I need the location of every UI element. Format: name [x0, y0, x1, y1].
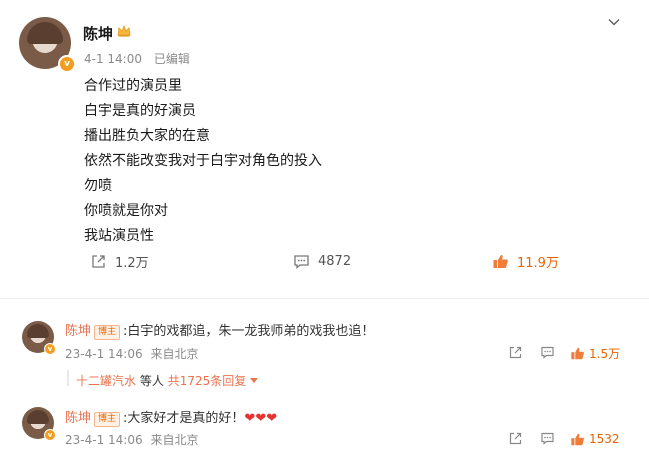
comment-icon [294, 254, 309, 269]
comment-body: 陈坤 博主:大家好才是真的好！❤❤❤ [65, 407, 277, 427]
comment-like-count: 1.5万 [589, 346, 621, 361]
comment-like-button[interactable]: 1532 [570, 431, 620, 447]
caret-down-icon [250, 378, 259, 383]
comment-source: 来自北京 [150, 433, 199, 447]
comment-icon[interactable] [540, 345, 555, 360]
comment-author[interactable]: 陈坤 [65, 411, 91, 426]
like-count: 11.9万 [517, 255, 559, 271]
share-icon [92, 254, 105, 268]
reply-author[interactable]: 十二罐汽水 [76, 374, 136, 388]
comment-timestamp: 23-4-1 14:06 [65, 347, 143, 361]
post-line: 白宇是真的好演员 [84, 103, 196, 119]
replies-summary[interactable]: 十二罐汽水 等人 共1725条回复 [76, 372, 259, 389]
divider [0, 298, 649, 299]
post-edited-label[interactable]: 已编辑 [154, 52, 190, 66]
comment-body: 陈坤 博主:白宇的戏都追，朱一龙我师弟的戏我也追！ [65, 320, 374, 340]
comment-count: 4872 [318, 253, 352, 269]
comment-button[interactable]: 4872 [293, 252, 351, 270]
verified-badge-icon: v [44, 343, 56, 355]
post-line: 播出胜负大家的在意 [84, 128, 210, 144]
comment-meta: 23-4-1 14:06 来自北京 [65, 431, 198, 448]
share-button[interactable]: 1.2万 [90, 252, 149, 271]
comment-like-button[interactable]: 1.5万 [570, 345, 620, 361]
comment-text: :白宇的戏都追，朱一龙我师弟的戏我也追！ [123, 324, 375, 339]
reply-others: 等人 [139, 374, 164, 388]
post-timestamp[interactable]: 4-1 14:00 [84, 52, 142, 66]
thumbs-up-icon [571, 433, 584, 445]
blogger-badge: 博主 [94, 412, 121, 427]
reply-total[interactable]: 共1725条回复 [168, 374, 247, 388]
verified-badge-icon: v [58, 55, 76, 73]
share-icon[interactable] [508, 431, 523, 446]
comment-author[interactable]: 陈坤 [65, 324, 91, 339]
comment-like-count: 1532 [589, 432, 620, 446]
thumbs-up-icon [493, 254, 508, 268]
post-author-name[interactable]: 陈坤 [83, 23, 113, 44]
post-line: 合作过的演员里 [84, 78, 182, 94]
share-icon[interactable] [508, 345, 523, 360]
reply-indicator-bar [67, 370, 69, 386]
crown-icon [117, 24, 131, 37]
blogger-badge: 博主 [94, 325, 121, 340]
post-line: 你喷就是你对 [84, 203, 168, 219]
heart-emoji: ❤❤❤ [244, 411, 278, 426]
comment-text: :大家好才是真的好！ [123, 411, 245, 426]
post-line: 依然不能改变我对于白宇对角色的投入 [84, 153, 322, 169]
thumbs-up-icon [571, 347, 584, 359]
comment-timestamp: 23-4-1 14:06 [65, 433, 143, 447]
comment-source: 来自北京 [150, 347, 199, 361]
share-count: 1.2万 [115, 255, 149, 271]
post-content: 合作过的演员里 白宇是真的好演员 播出胜负大家的在意 依然不能改变我对于白宇对角… [84, 74, 322, 249]
post-meta: 4-1 14:00 已编辑 [84, 50, 190, 67]
post-line: 我站演员性 [84, 228, 154, 244]
verified-badge-icon: v [44, 429, 56, 441]
comment-meta: 23-4-1 14:06 来自北京 [65, 345, 198, 362]
chevron-down-icon[interactable] [607, 15, 621, 29]
like-button[interactable]: 11.9万 [492, 252, 559, 271]
post-line: 勿喷 [84, 178, 112, 194]
comment-icon[interactable] [540, 431, 555, 446]
